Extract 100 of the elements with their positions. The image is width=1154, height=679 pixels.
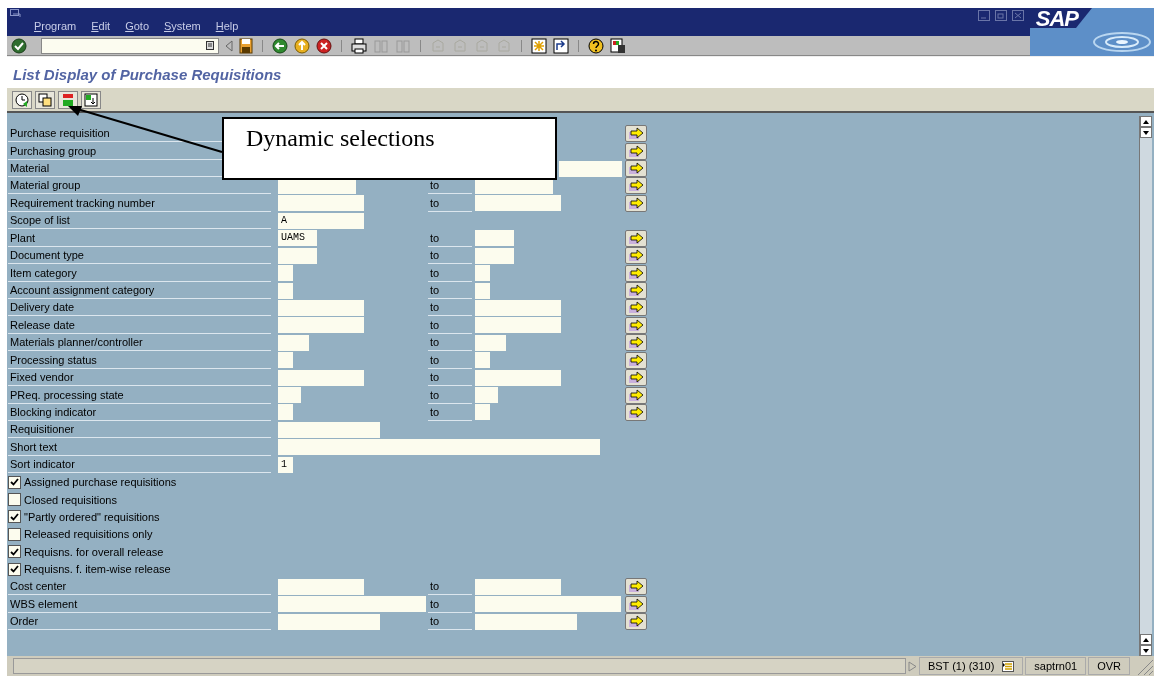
input-field[interactable]: [278, 352, 293, 369]
dropdown-icon[interactable]: [206, 41, 214, 50]
menu-item[interactable]: Help: [215, 20, 239, 36]
multiple-selection-button[interactable]: [625, 316, 647, 334]
checkbox[interactable]: [8, 493, 21, 507]
multiple-selection-button[interactable]: [625, 125, 647, 143]
execute-button[interactable]: [12, 90, 32, 109]
field-label: Short text: [10, 440, 58, 453]
help-icon[interactable]: [588, 37, 604, 54]
arrow-icon: [628, 162, 644, 176]
dynamic-selections-button[interactable]: [58, 90, 78, 109]
multiple-selection-button[interactable]: [625, 334, 647, 352]
input-field[interactable]: [475, 247, 514, 264]
multiple-selection-button[interactable]: [625, 351, 647, 369]
multiple-selection-button[interactable]: [625, 282, 647, 299]
input-field[interactable]: [278, 369, 364, 386]
input-field[interactable]: [475, 404, 490, 421]
multiple-selection-button[interactable]: [625, 403, 647, 421]
back-icon[interactable]: [272, 37, 288, 54]
multiple-selection-button[interactable]: [625, 142, 647, 160]
input-field[interactable]: [278, 596, 426, 613]
multiple-selection-button[interactable]: [625, 369, 647, 387]
copy-icon: [38, 92, 52, 107]
scroll-up-button[interactable]: [1140, 116, 1152, 127]
input-field[interactable]: [278, 404, 293, 421]
input-field[interactable]: [278, 613, 380, 630]
selection-options-button[interactable]: [81, 90, 101, 109]
menu-item[interactable]: Program: [34, 20, 77, 36]
multiple-selection-button[interactable]: [625, 160, 647, 178]
scroll-down-button[interactable]: [1140, 645, 1152, 656]
arrow-icon: [628, 301, 644, 315]
input-field[interactable]: [278, 578, 364, 595]
input-field[interactable]: [475, 334, 506, 351]
input-field[interactable]: [278, 247, 317, 264]
exit-icon[interactable]: [294, 37, 310, 54]
field-label: Item category: [10, 266, 77, 279]
cancel-icon[interactable]: [316, 37, 332, 54]
save-icon[interactable]: [239, 37, 253, 54]
input-field[interactable]: [475, 299, 561, 316]
input-field[interactable]: [278, 282, 293, 299]
checkbox[interactable]: [8, 475, 21, 489]
multiple-selection-button[interactable]: [625, 247, 647, 265]
scrollbar[interactable]: [1139, 116, 1152, 656]
multiple-selection-button[interactable]: [625, 595, 647, 613]
checkbox[interactable]: [8, 510, 21, 524]
input-field[interactable]: [475, 613, 577, 630]
enter-icon[interactable]: [11, 37, 27, 54]
multiple-selection-button[interactable]: [625, 264, 647, 282]
checkbox[interactable]: [8, 527, 21, 541]
input-field[interactable]: [278, 334, 309, 351]
print-icon[interactable]: [351, 37, 367, 54]
menu-item[interactable]: Goto: [125, 20, 149, 36]
shortcut-icon[interactable]: [553, 37, 569, 54]
menu-item[interactable]: Edit: [91, 20, 111, 36]
input-field[interactable]: [278, 317, 364, 334]
input-field[interactable]: [475, 265, 490, 282]
input-field[interactable]: [278, 299, 364, 316]
arrow-icon: [628, 336, 644, 350]
system-menu-icon[interactable]: [10, 9, 21, 18]
command-field[interactable]: [41, 37, 219, 54]
input-field[interactable]: [475, 596, 621, 613]
minimize-icon[interactable]: [978, 10, 990, 21]
multiple-selection-button[interactable]: [625, 194, 647, 212]
input-field[interactable]: [278, 195, 364, 212]
input-field[interactable]: [475, 282, 490, 299]
restore-icon[interactable]: [995, 10, 1007, 21]
multiple-selection-button[interactable]: [625, 386, 647, 404]
input-field[interactable]: [278, 439, 600, 456]
input-field[interactable]: [278, 387, 301, 404]
input-field[interactable]: [475, 317, 561, 334]
multiple-selection-button[interactable]: [625, 229, 647, 247]
menu-item[interactable]: System: [164, 20, 201, 36]
input-field[interactable]: [475, 369, 561, 386]
multiple-selection-button[interactable]: [625, 578, 647, 596]
close-icon[interactable]: [1012, 10, 1024, 21]
scroll-up-button[interactable]: [1140, 634, 1152, 645]
input-field[interactable]: [278, 265, 293, 282]
field-label: Delivery date: [10, 301, 75, 314]
input-field[interactable]: [475, 387, 498, 404]
input-field[interactable]: A: [278, 212, 364, 229]
multiple-selection-button[interactable]: [625, 299, 647, 317]
multiple-selection-button[interactable]: [625, 613, 647, 630]
customize-layout-icon[interactable]: [610, 37, 626, 54]
left-triangle-icon[interactable]: [225, 39, 233, 52]
input-field[interactable]: [475, 578, 561, 595]
selections-icon: [61, 92, 75, 107]
input-field[interactable]: [475, 352, 490, 369]
input-field[interactable]: [559, 160, 622, 177]
checkbox[interactable]: [8, 562, 21, 576]
list-icon[interactable]: [1002, 660, 1015, 672]
input-field[interactable]: [278, 421, 380, 438]
checkbox[interactable]: [8, 545, 21, 559]
input-field[interactable]: UAMS: [278, 230, 317, 247]
scroll-down-button[interactable]: [1140, 127, 1152, 138]
get-variant-button[interactable]: [35, 90, 55, 109]
create-session-icon[interactable]: [531, 37, 547, 54]
input-field[interactable]: 1: [278, 456, 293, 473]
multiple-selection-button[interactable]: [625, 177, 647, 195]
input-field[interactable]: [475, 195, 561, 212]
input-field[interactable]: [475, 230, 514, 247]
